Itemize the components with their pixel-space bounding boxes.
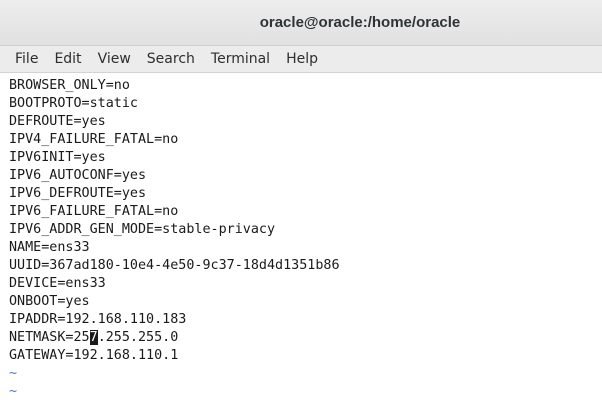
menu-help[interactable]: Help: [278, 46, 326, 73]
terminal-line: IPV6_ADDR_GEN_MODE=stable-privacy: [9, 222, 276, 237]
vim-empty-line-marker: ~: [9, 366, 18, 381]
terminal-window: oracle@oracle:/home/oracle File Edit Vie…: [0, 0, 602, 402]
terminal-line: GATEWAY=192.168.110.1: [9, 348, 179, 363]
window-title: oracle@oracle:/home/oracle: [259, 14, 461, 31]
text-cursor: 7: [89, 330, 98, 345]
terminal-line: DEVICE=ens33: [9, 276, 106, 291]
terminal-line: IPV4_FAILURE_FATAL=no: [9, 132, 179, 147]
vim-empty-line-marker: ~: [9, 384, 18, 399]
menu-file[interactable]: File: [7, 46, 46, 73]
terminal-content[interactable]: BROWSER_ONLY=no BOOTPROTO=static DEFROUT…: [0, 74, 602, 402]
terminal-line: IPADDR=192.168.110.183: [9, 312, 187, 327]
title-bar[interactable]: oracle@oracle:/home/oracle: [0, 0, 602, 46]
terminal-line: DEFROUTE=yes: [9, 114, 106, 129]
terminal-line: IPV6_AUTOCONF=yes: [9, 168, 147, 183]
terminal-line: IPV6_DEFROUTE=yes: [9, 186, 147, 201]
terminal-line: NAME=ens33: [9, 240, 90, 255]
terminal-line-netmask: NETMASK=257.255.255.0: [9, 329, 602, 347]
terminal-line: BOOTPROTO=static: [9, 96, 138, 111]
terminal-line: UUID=367ad180-10e4-4e50-9c37-18d4d1351b8…: [9, 258, 340, 273]
netmask-suffix: .255.255.0: [97, 330, 179, 345]
terminal-line: IPV6_FAILURE_FATAL=no: [9, 204, 179, 219]
terminal-line: IPV6INIT=yes: [9, 150, 106, 165]
menu-terminal[interactable]: Terminal: [203, 46, 278, 73]
terminal-line: ONBOOT=yes: [9, 294, 90, 309]
menu-view[interactable]: View: [90, 46, 139, 73]
netmask-prefix: NETMASK=25: [9, 330, 90, 345]
menu-edit[interactable]: Edit: [46, 46, 89, 73]
menu-search[interactable]: Search: [139, 46, 203, 73]
terminal-line: BROWSER_ONLY=no: [9, 78, 130, 93]
menu-bar: File Edit View Search Terminal Help: [0, 46, 602, 73]
